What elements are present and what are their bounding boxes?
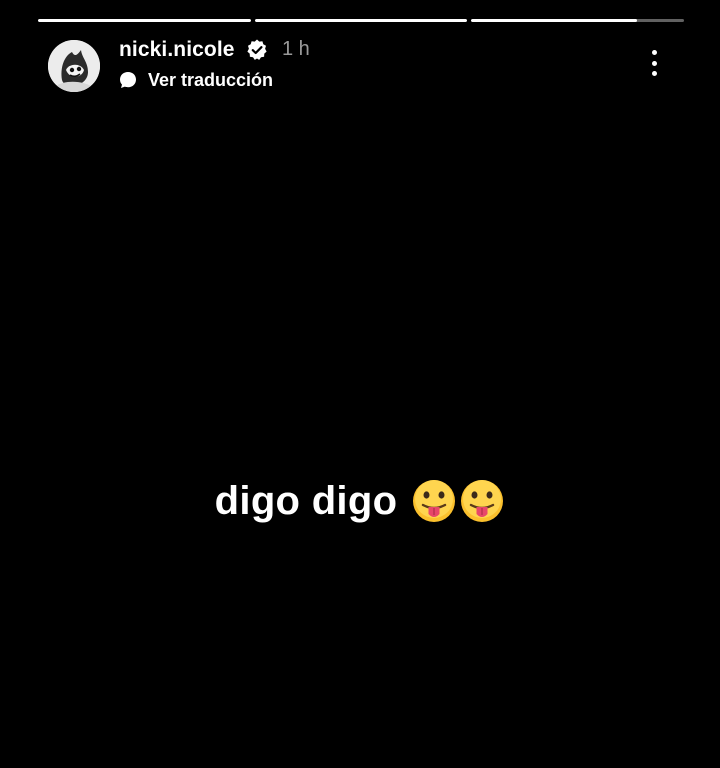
story-viewer[interactable]: nicki.nicole 1 h Ver traducción digo dig… (0, 0, 720, 768)
avatar-illustration-icon (48, 40, 100, 92)
translate-button[interactable]: Ver traducción (119, 68, 273, 92)
story-header: nicki.nicole 1 h Ver traducción (48, 38, 678, 94)
story-progress-bar (38, 19, 685, 23)
progress-segment (471, 19, 685, 22)
more-vertical-icon (651, 71, 657, 76)
progress-segment (254, 19, 468, 22)
story-caption: digo digo (0, 478, 720, 524)
more-vertical-icon (651, 60, 657, 66)
progress-fill (38, 19, 251, 22)
more-vertical-icon (651, 50, 657, 55)
translate-label: Ver traducción (148, 69, 274, 90)
progress-fill (471, 19, 638, 22)
caption-text: digo digo (214, 478, 398, 523)
tongue-out-face-icon (413, 480, 456, 522)
progress-segment (38, 19, 251, 22)
tongue-out-face-icon (461, 480, 504, 522)
post-time: 1 h (282, 38, 310, 60)
avatar[interactable] (48, 40, 100, 92)
speech-bubble-icon (120, 72, 136, 88)
more-options-button[interactable] (642, 46, 666, 80)
username[interactable]: nicki.nicole (119, 38, 235, 62)
verified-badge-icon (247, 39, 267, 60)
progress-fill (254, 19, 468, 22)
